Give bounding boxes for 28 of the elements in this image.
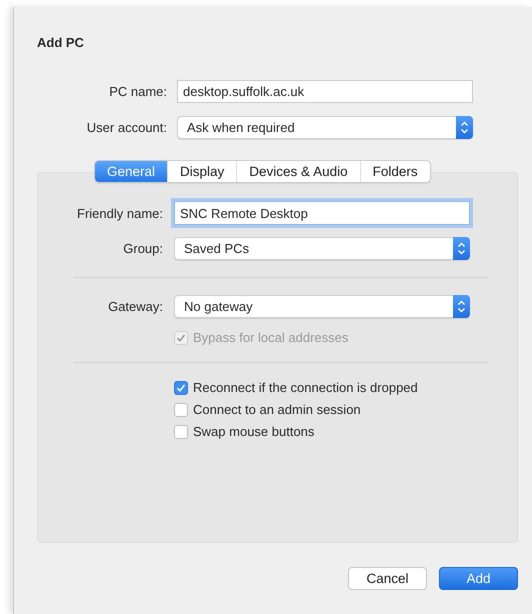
checkbox[interactable] — [174, 424, 188, 438]
dropdown[interactable]: No gateway — [174, 295, 470, 318]
checkbox-label: Swap mouse buttons — [193, 424, 314, 439]
checkmark-icon — [176, 382, 186, 392]
checkbox[interactable] — [174, 402, 188, 416]
tab[interactable]: Devices & Audio — [236, 161, 360, 182]
field-label: Group: — [122, 241, 163, 256]
dialog-title: Add PC — [37, 35, 85, 50]
text-field[interactable]: desktop.suffolk.ac.uk — [177, 80, 473, 103]
field-label: PC name: — [108, 84, 167, 99]
stepper-icon — [453, 237, 470, 260]
text-field[interactable]: SNC Remote Desktop — [174, 201, 470, 225]
stepper-icon — [456, 116, 473, 139]
dropdown[interactable]: Saved PCs — [174, 237, 470, 260]
stepper-icon — [453, 295, 470, 318]
tab[interactable]: Display — [167, 161, 236, 182]
field-label: User account: — [86, 120, 167, 135]
field-label: Friendly name: — [76, 206, 163, 220]
add-button[interactable]: Add — [439, 567, 518, 590]
dropdown[interactable]: Ask when required — [177, 116, 473, 139]
cancel-button[interactable]: Cancel — [348, 567, 427, 590]
checkbox-label: Bypass for local addresses — [193, 330, 348, 345]
field-label: Gateway: — [107, 299, 163, 314]
checkmark-icon — [176, 332, 186, 342]
checkbox[interactable] — [174, 380, 188, 394]
checkbox-label: Reconnect if the connection is dropped — [193, 380, 418, 395]
checkbox-label: Connect to an admin session — [193, 402, 361, 417]
tab[interactable]: Folders — [360, 161, 430, 182]
